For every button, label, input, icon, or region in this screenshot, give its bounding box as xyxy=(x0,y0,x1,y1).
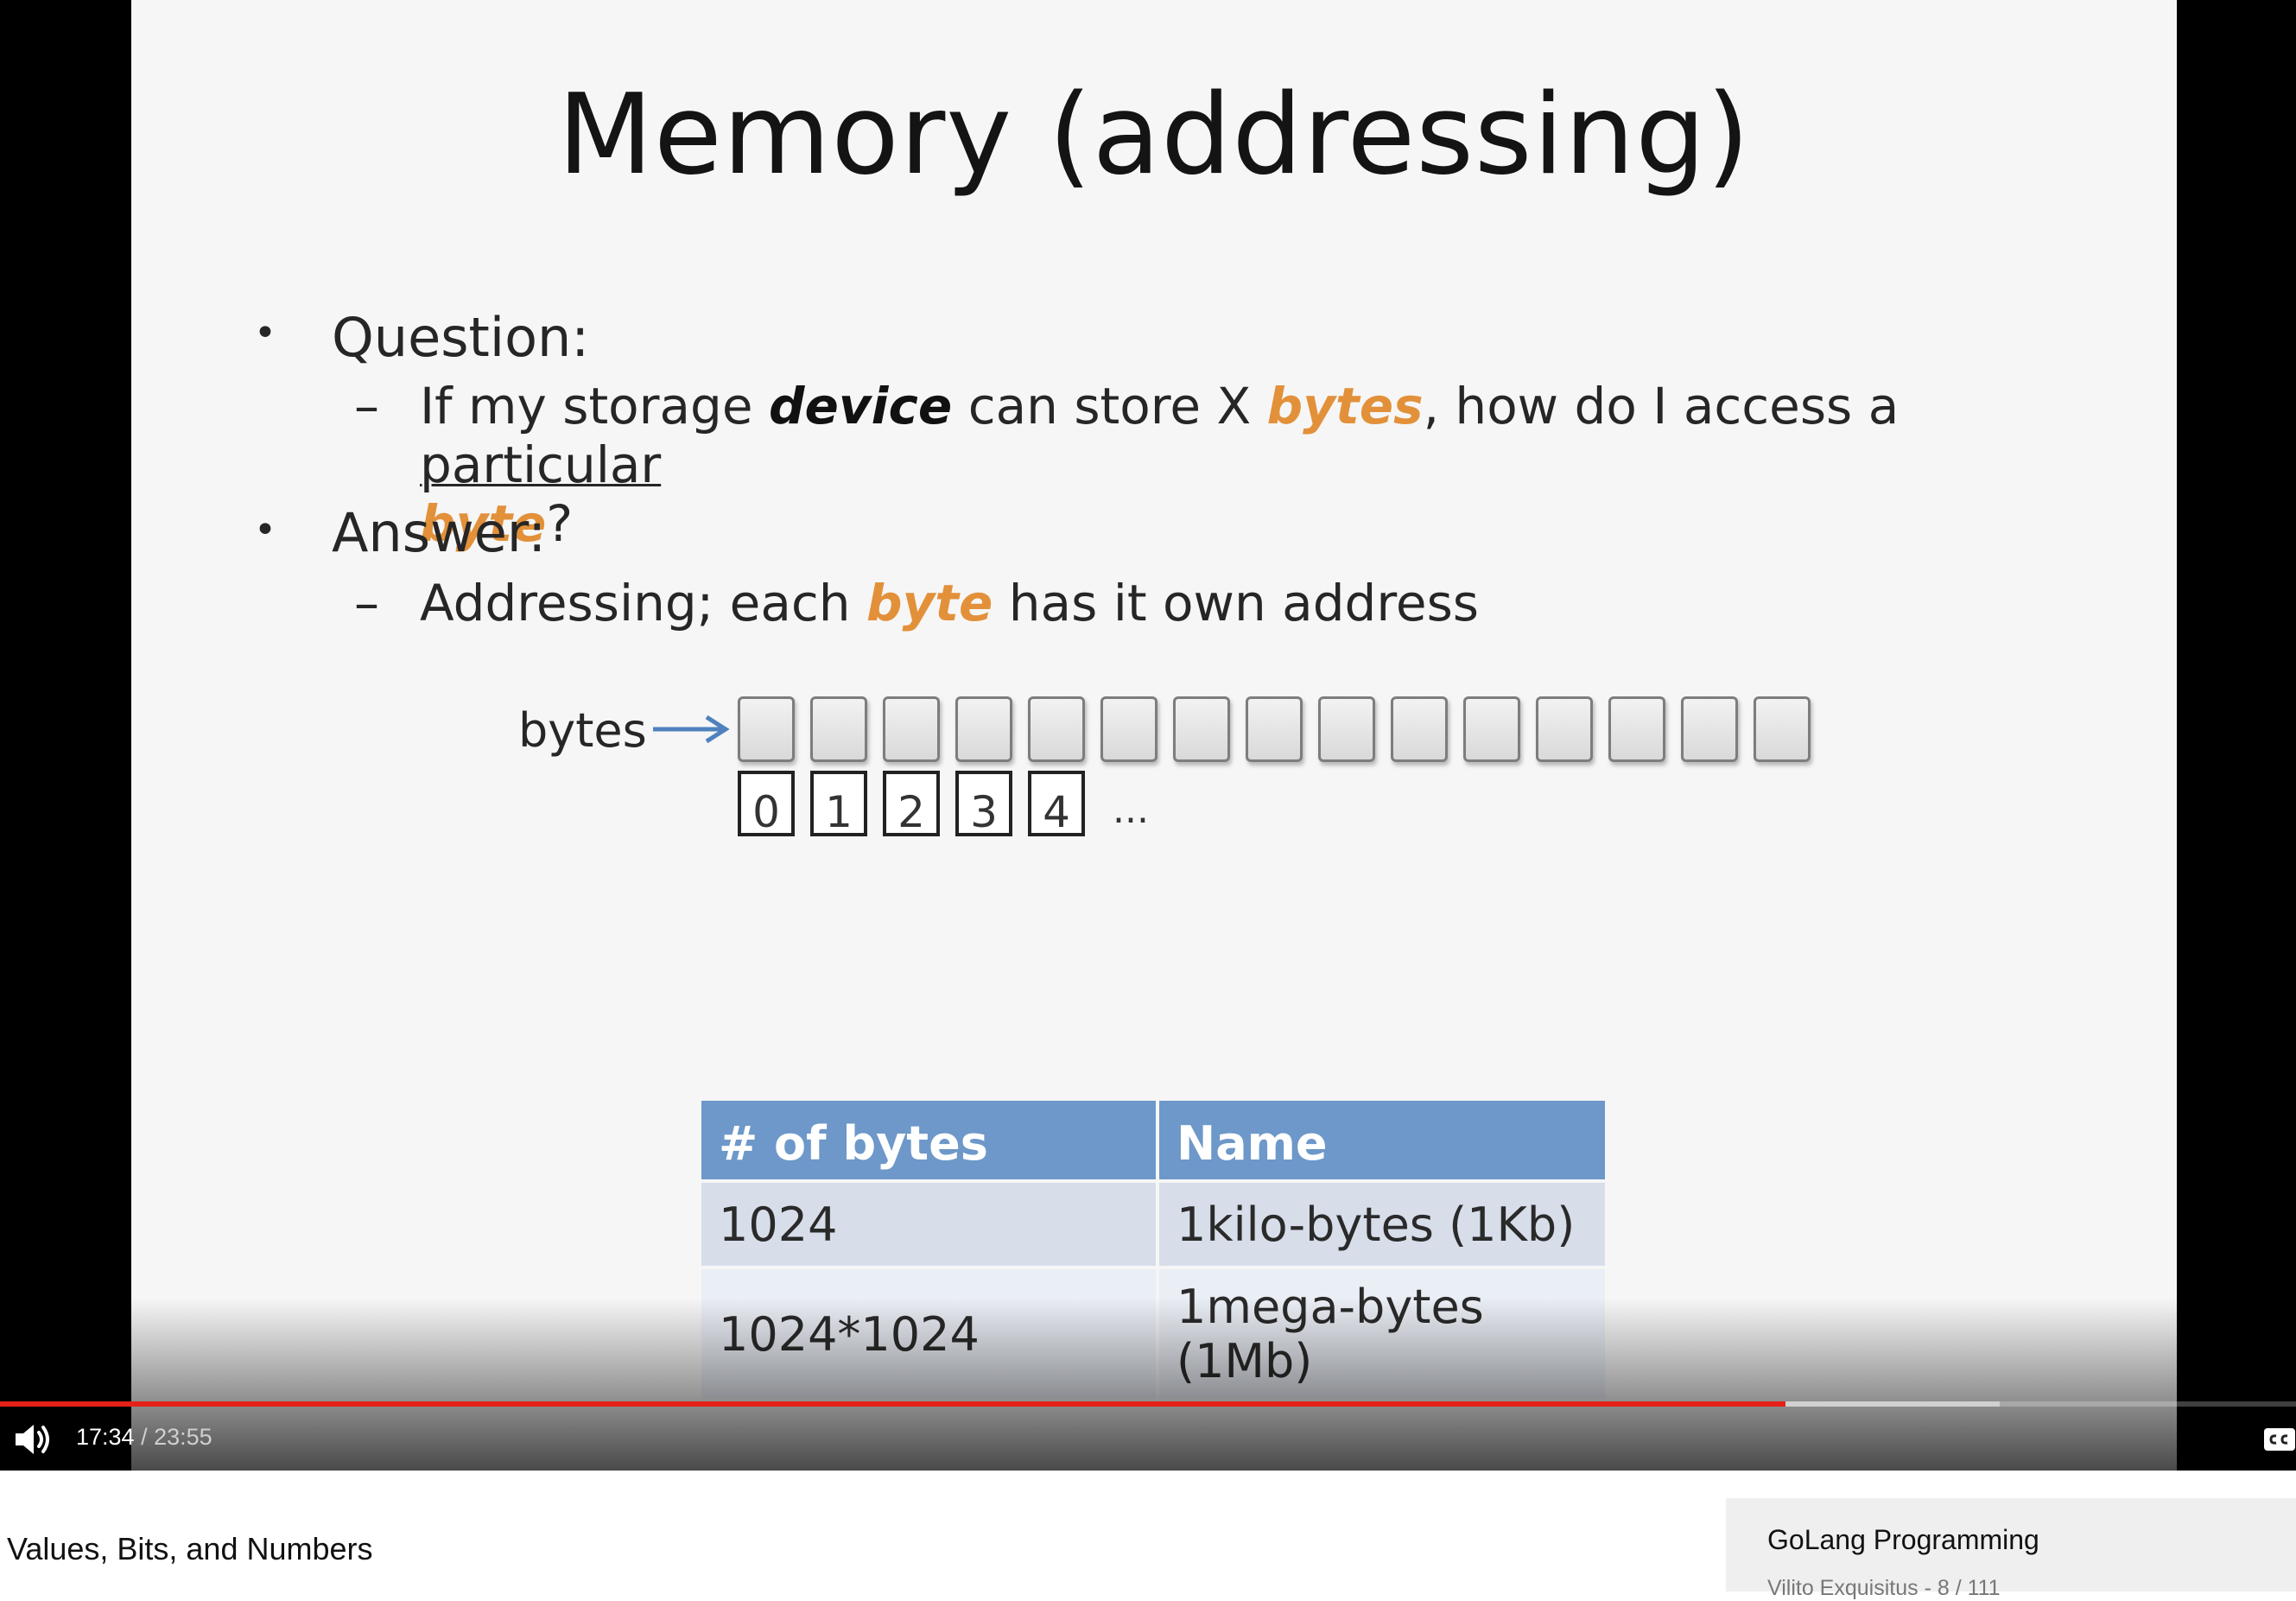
byte-cell xyxy=(1536,696,1593,762)
byte-cell xyxy=(1028,696,1085,762)
table-header-cell: Name xyxy=(1158,1101,1608,1181)
table-row: 1024 1kilo-bytes (1Kb) xyxy=(701,1179,1608,1267)
time-display: 17:34 / 23:55 xyxy=(76,1424,212,1451)
question-text-part: , how do I access a xyxy=(1423,377,1900,435)
table-header-cell: # of bytes xyxy=(701,1101,1159,1181)
bullet-dot: • xyxy=(254,311,276,355)
time-total: 23:55 xyxy=(154,1424,212,1450)
playlist-meta: Vilito Exquisitus - 8 / 111 xyxy=(1767,1576,2001,1600)
byte-cell xyxy=(1754,696,1811,762)
video-player[interactable]: Memory (addressing) • Question: – If my … xyxy=(0,0,2296,1471)
answer-text: Addressing; each byte has it own address xyxy=(420,574,1479,632)
byte-cell xyxy=(1681,696,1738,762)
byte-cell xyxy=(1608,696,1665,762)
playlist-panel[interactable]: GoLang Programming Vilito Exquisitus - 8… xyxy=(1726,1498,2296,1600)
byte-cell xyxy=(1173,696,1230,762)
byte-cell xyxy=(883,696,940,762)
question-text-part: can store X xyxy=(952,377,1267,435)
progress-played xyxy=(0,1401,1786,1407)
bytes-label: bytes xyxy=(518,703,647,758)
bullet-question: Question: xyxy=(332,306,590,369)
device-emphasis: device xyxy=(769,377,953,435)
byte-cell xyxy=(810,696,867,762)
byte-cell xyxy=(955,696,1012,762)
playlist-title[interactable]: GoLang Programming xyxy=(1767,1524,2039,1556)
table-header-row: # of bytes Name xyxy=(701,1101,1608,1181)
question-text-part: ? xyxy=(546,494,574,553)
byte-cell xyxy=(1391,696,1448,762)
address-ellipsis: ... xyxy=(1113,788,1149,832)
byte-cell xyxy=(1100,696,1158,762)
video-title: - Values, Bits, and Numbers xyxy=(0,1531,373,1566)
byte-cell xyxy=(1463,696,1520,762)
address-box: 4 xyxy=(1028,771,1085,837)
bullet-answer: Answer: xyxy=(332,501,547,564)
sub-dash: – xyxy=(354,574,379,632)
byte-cell xyxy=(1246,696,1303,762)
progress-bar[interactable] xyxy=(0,1401,2296,1407)
slide-title: Memory (addressing) xyxy=(557,71,1751,200)
table-cell: 1024 xyxy=(701,1179,1159,1267)
answer-text-part: Addressing; each xyxy=(420,574,866,632)
byte-emphasis: byte xyxy=(866,574,993,632)
address-box: 1 xyxy=(810,771,867,837)
controls-gradient xyxy=(0,1298,2296,1471)
sub-dash: – xyxy=(354,377,379,435)
slide: Memory (addressing) • Question: – If my … xyxy=(131,0,2177,1471)
byte-cell xyxy=(1318,696,1375,762)
question-text-part: If my storage xyxy=(420,377,769,435)
time-separator: / xyxy=(134,1424,155,1450)
question-text: If my storage device can store X bytes, … xyxy=(420,377,2130,553)
byte-cell xyxy=(738,696,795,762)
bytes-emphasis: bytes xyxy=(1266,377,1424,435)
address-box: 0 xyxy=(738,771,795,837)
volume-icon[interactable] xyxy=(12,1420,55,1458)
address-box: 2 xyxy=(883,771,940,837)
closed-captions-icon[interactable] xyxy=(2263,1427,2296,1452)
bullet-dot: • xyxy=(254,508,276,552)
time-current: 17:34 xyxy=(76,1424,135,1450)
table-cell: 1kilo-bytes (1Kb) xyxy=(1158,1179,1608,1267)
arrow-icon xyxy=(653,715,730,744)
particular-underline: particular xyxy=(420,435,662,494)
address-box: 3 xyxy=(955,771,1012,837)
answer-text-part: has it own address xyxy=(993,574,1480,632)
